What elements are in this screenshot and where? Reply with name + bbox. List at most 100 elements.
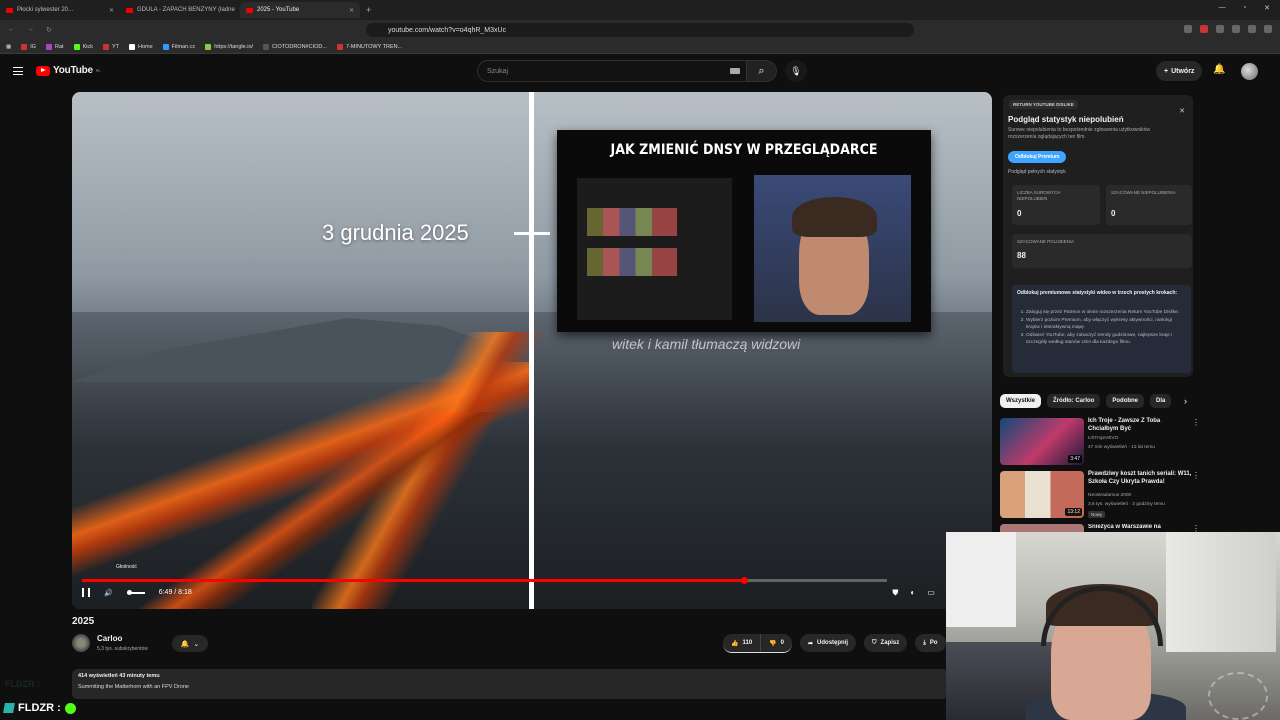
bookmark-tangle[interactable]: https://tangle.io/ [205, 43, 253, 50]
search-button[interactable]: ⌕ [747, 60, 777, 82]
volume-slider[interactable] [126, 589, 145, 595]
chevron-right-icon[interactable]: › [1184, 396, 1187, 406]
like-button[interactable]: 👍 110 [723, 634, 761, 652]
recommendation-item[interactable]: Śnieżyca w Warszawie na ⋮ [1000, 524, 1200, 532]
recommendation-title[interactable]: Prawdziwy koszt tanich seriali: W11, Szk… [1088, 471, 1192, 487]
bookmark-home[interactable]: Home [129, 43, 153, 50]
chip-all[interactable]: Wszystkie [1000, 394, 1042, 408]
filter-chips: Wszystkie Źródło: Carloo Podobne Dla [1000, 394, 1172, 408]
keyboard-icon[interactable] [730, 68, 740, 74]
recommendation-title[interactable]: Śnieżyca w Warszawie na [1088, 524, 1192, 532]
apps-icon[interactable]: ▦ [6, 44, 11, 50]
bookmark-ciotodron[interactable]: CIOTODRON#CIOD... [263, 43, 327, 50]
extension-icon[interactable] [1232, 25, 1240, 33]
search-input[interactable]: Szukaj [477, 60, 747, 82]
recommendation-thumbnail[interactable]: 13:12 [1000, 471, 1084, 518]
stat-value: 0 [1111, 209, 1116, 218]
bookmark-yt[interactable]: YT [102, 43, 119, 50]
menu-icon[interactable] [13, 67, 23, 75]
full-stats-link[interactable]: Podgląd pełnych statystyk [1008, 169, 1066, 175]
avatar[interactable] [1241, 63, 1258, 80]
browser-toolbar: ← → ↻ youtube.com/watch?v=o4qhR_M3xUc [0, 20, 1280, 40]
save-button[interactable]: ⛉ Zapisz [864, 634, 908, 652]
reload-icon[interactable]: ↻ [46, 26, 52, 34]
forward-icon[interactable]: → [27, 26, 34, 34]
unlock-premium-button[interactable]: Odblokuj Premium [1008, 151, 1067, 163]
tab-label: GDULA - ZAPACH BENZYNY (ładne [137, 7, 235, 13]
recommendation-item[interactable]: 13:12 Prawdziwy koszt tanich seriali: W1… [1000, 471, 1200, 521]
recommendation-meta: 3,6 tys. wyświetleń · 3 godziny temu [1088, 502, 1165, 507]
download-button[interactable]: ⤓ Po [915, 634, 946, 652]
pause-icon[interactable] [82, 588, 90, 597]
nav-buttons: ← → ↻ [0, 26, 60, 34]
minimize-icon[interactable]: — [1219, 4, 1226, 12]
recommendation-thumbnail[interactable]: 3:47 [1000, 418, 1084, 465]
chip-for-you[interactable]: Dla [1150, 394, 1172, 408]
extension-icon[interactable] [1264, 25, 1272, 33]
recommendation-thumbnail[interactable] [1000, 524, 1084, 532]
browser-tab-2[interactable]: GDULA - ZAPACH BENZYNY (ładne✕ [120, 2, 240, 18]
description-box[interactable]: 414 wyświetleń 43 minuty temu Summiting … [72, 669, 948, 699]
duration-badge: 3:47 [1068, 455, 1082, 463]
extension-icon[interactable] [1248, 25, 1256, 33]
recommendation-channel[interactable]: IchTrojeVEVO [1088, 436, 1118, 441]
sponsorblock-icon[interactable]: ⛊ [892, 588, 898, 598]
subscription-bell-button[interactable]: 🔔 ⌄ [172, 635, 208, 652]
webcam-cable [1208, 672, 1268, 720]
bookmark-trening[interactable]: 7-MINUTOWY TREN... [336, 43, 402, 50]
description-line[interactable]: Summiting the Matterhorn with an FPV Dro… [78, 684, 189, 690]
close-tab-icon[interactable]: ✕ [349, 7, 354, 14]
back-icon[interactable]: ← [8, 26, 15, 34]
new-tab-button[interactable]: + [366, 5, 371, 15]
recommendation-channel[interactable]: Neostradamus 2000 [1088, 493, 1131, 498]
thumbnail-webcam [754, 175, 911, 322]
region-code: PL [95, 68, 101, 73]
recommendation-item[interactable]: 3:47 Ich Troje - Zawsze Z Toba Chciałbym… [1000, 418, 1200, 468]
bookmark-rat[interactable]: Rat [46, 43, 64, 50]
chip-source[interactable]: Źródło: Carloo [1047, 394, 1101, 408]
player-controls-left: 🔊 6:49 / 8:18 [82, 588, 192, 597]
channel-name[interactable]: Carloo [97, 634, 122, 643]
youtube-favicon-icon [6, 7, 13, 13]
subtitles-icon[interactable]: ▭ [927, 588, 935, 598]
close-tab-icon[interactable]: ✕ [109, 7, 114, 14]
extension-icon[interactable] [1184, 25, 1192, 33]
bell-icon: 🔔 [180, 640, 190, 648]
channel-avatar[interactable] [72, 634, 90, 652]
close-window-icon[interactable]: ✕ [1264, 4, 1270, 12]
chip-similar[interactable]: Podobne [1106, 394, 1145, 408]
recommendation-title[interactable]: Ich Troje - Zawsze Z Toba Chciałbym Być [1088, 418, 1192, 434]
create-button[interactable]: + Utwórz [1156, 61, 1203, 81]
notifications-bell-icon[interactable]: 🔔 [1213, 64, 1225, 75]
video-player[interactable]: 3 grudnia 2025 JAK ZMIENIĆ DNSY W PRZEGL… [72, 92, 992, 609]
close-icon[interactable]: ✕ [1179, 107, 1185, 115]
duration-badge: 13:12 [1065, 508, 1082, 516]
share-button[interactable]: ➦ Udostępnij [800, 634, 857, 652]
stat-label: SZACOWANE POLUBIENIA [1017, 239, 1075, 244]
progress-scrubber[interactable] [740, 577, 748, 584]
bookmark-ig[interactable]: IG [21, 43, 36, 50]
streamer-tag: FLDZR : [0, 700, 76, 716]
progress-bar[interactable] [82, 577, 887, 584]
more-options-icon[interactable]: ⋮ [1192, 524, 1200, 532]
address-bar[interactable]: youtube.com/watch?v=o4qhR_M3xUc [366, 23, 914, 37]
more-options-icon[interactable]: ⋮ [1192, 418, 1200, 427]
maximize-icon[interactable]: ▫ [1244, 4, 1246, 12]
voice-search-button[interactable]: 🎙 [785, 60, 807, 82]
extensions-area [1184, 25, 1272, 33]
more-options-icon[interactable]: ⋮ [1192, 471, 1200, 480]
volume-icon[interactable]: 🔊 [104, 589, 113, 597]
bookmark-filman[interactable]: Filman.cc [162, 43, 195, 50]
bookmark-kick[interactable]: Kick [73, 43, 93, 50]
dislike-button[interactable]: 👎 0 [761, 634, 792, 652]
browser-tab-1[interactable]: Płocki sylwester 20... ✕ [0, 2, 120, 18]
chat-bubble-icon [64, 702, 76, 714]
premium-info-box: Odblokuj premiumowe statystyki wideo w t… [1012, 285, 1191, 373]
youtube-logo[interactable]: YouTube PL [36, 65, 101, 76]
extension-icon[interactable] [1200, 25, 1208, 33]
extension-icon[interactable] [1216, 25, 1224, 33]
autoplay-toggle-icon[interactable]: ◐ [910, 588, 915, 598]
raw-dislikes-card: LICZBA SUROWYCH NIEPOLUBIEŃ 0 [1012, 185, 1100, 225]
browser-tab-3[interactable]: 2025 - YouTube ✕ [240, 2, 360, 18]
view-count-meta: 414 wyświetleń 43 minuty temu [78, 673, 160, 679]
